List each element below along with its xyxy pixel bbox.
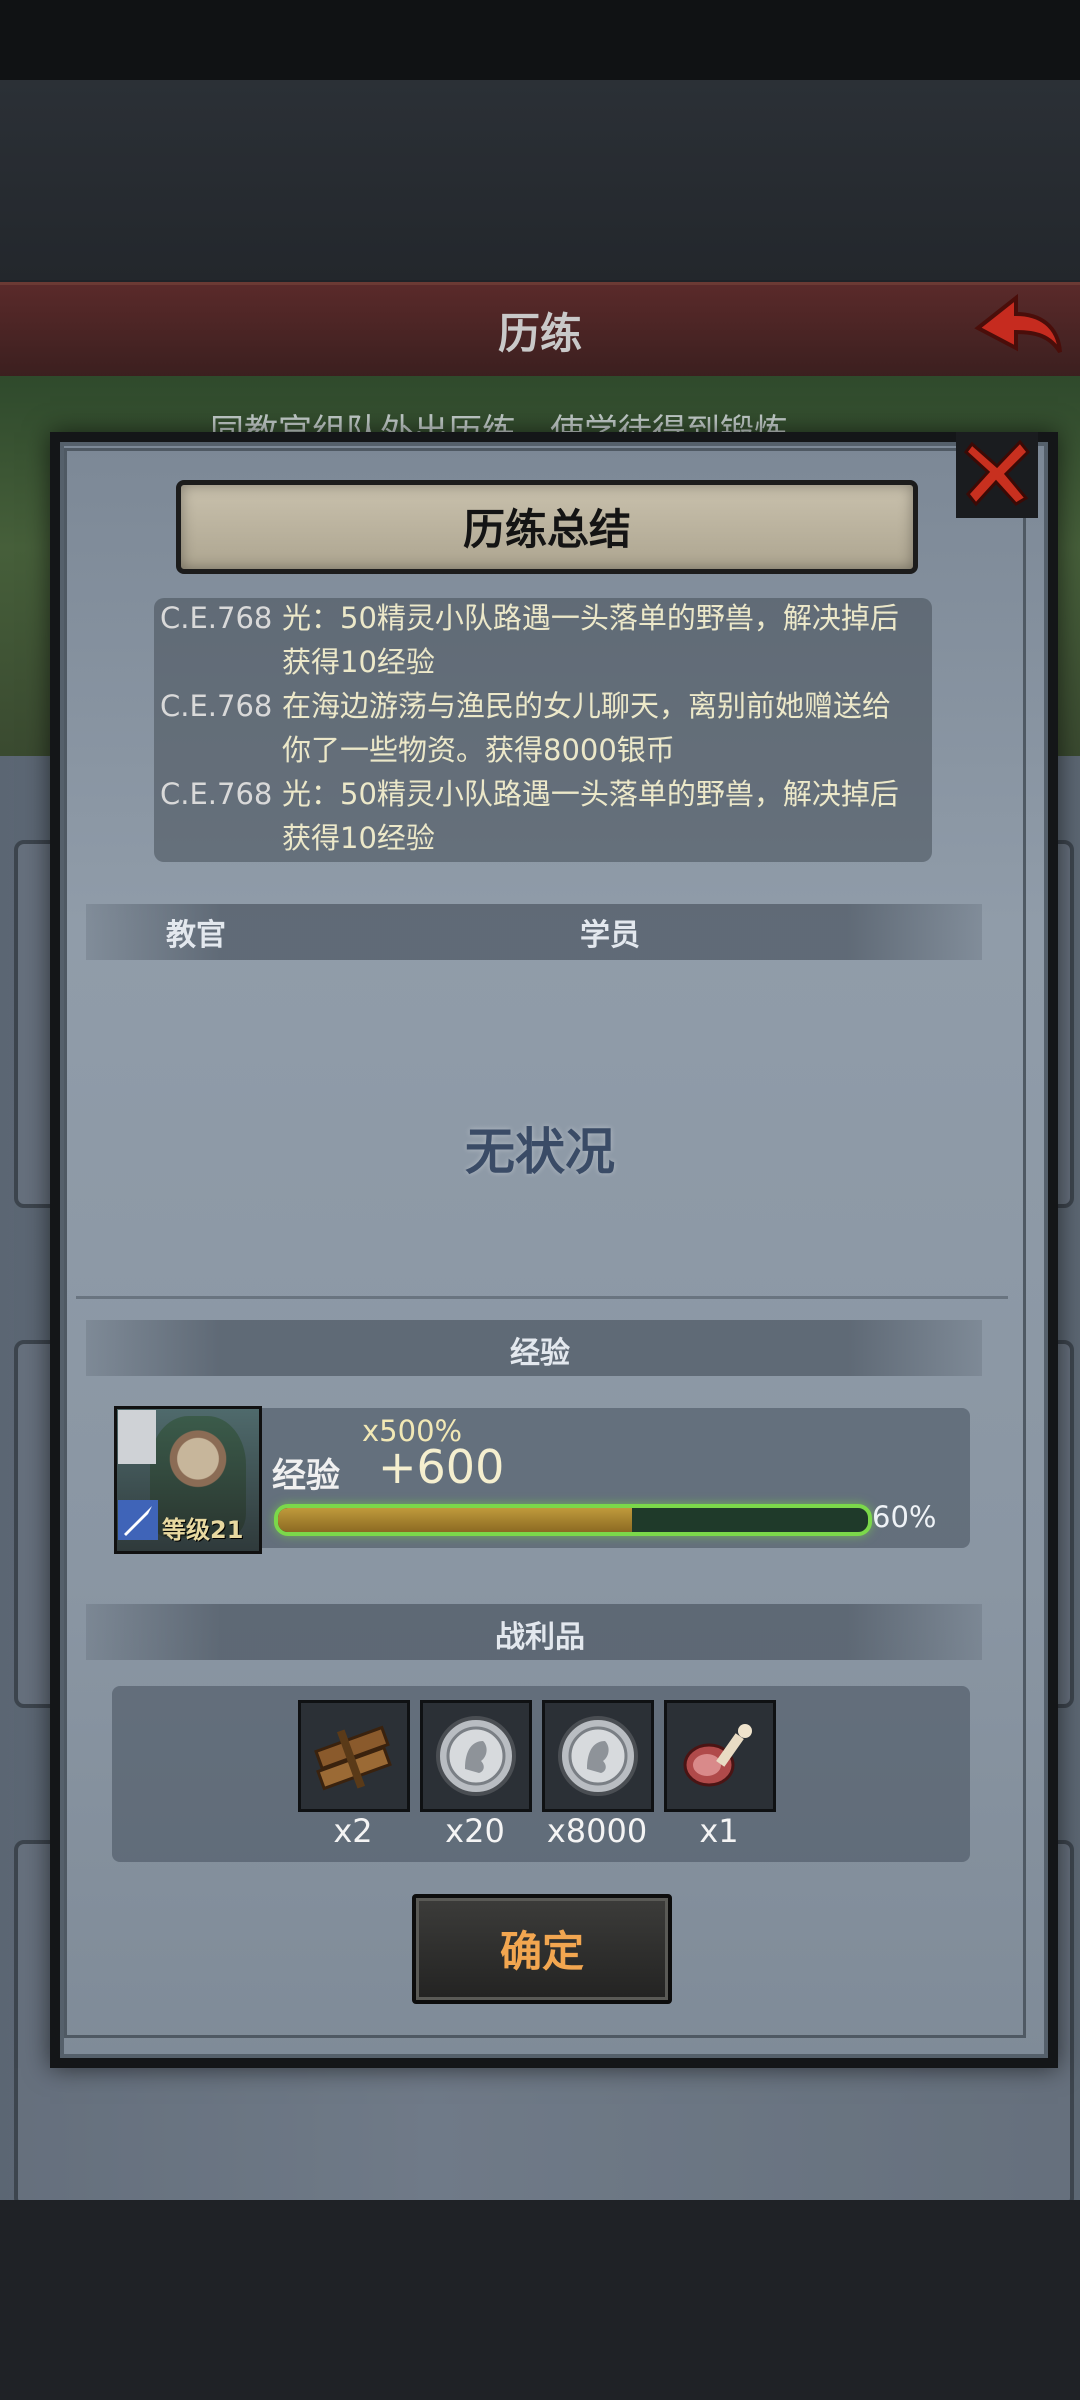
log-date: C.E.768 bbox=[160, 777, 273, 811]
log-entry: C.E.768 光：50精灵小队路遇一头落单的野兽，解决掉后获得10经验 bbox=[160, 596, 930, 684]
confirm-button-label: 确定 bbox=[499, 1927, 584, 1976]
sword-icon bbox=[118, 1500, 158, 1540]
exp-gain: +600 bbox=[378, 1440, 505, 1494]
silver-coin-icon bbox=[436, 1716, 516, 1796]
loot-item[interactable] bbox=[542, 1700, 654, 1812]
meat-leg-icon bbox=[683, 1724, 752, 1787]
loot-count: x8000 bbox=[546, 1812, 648, 1850]
class-flame-icon bbox=[118, 1410, 156, 1464]
exp-label: 经验 bbox=[272, 1456, 340, 1496]
loot-panel bbox=[112, 1686, 970, 1862]
close-icon[interactable] bbox=[962, 436, 1032, 508]
loot-count: x20 bbox=[445, 1812, 505, 1850]
log-entry: C.E.768 光：50精灵小队路遇一头落单的野兽，解决掉后获得10经验 bbox=[160, 772, 930, 860]
log-text: 在海边游荡与渔民的女儿聊天，离别前她赠送给你了一些物资。获得8000银币 bbox=[282, 689, 892, 767]
background-header bbox=[0, 80, 1080, 280]
log-entry: C.E.768 在海边游荡与渔民的女儿聊天，离别前她赠送给你了一些物资。获得800… bbox=[160, 684, 930, 772]
status-bar bbox=[0, 0, 1080, 80]
loot-count: x2 bbox=[333, 1812, 373, 1850]
empty-status-message: 无状况 bbox=[465, 1123, 615, 1181]
wood-planks-icon bbox=[314, 1725, 392, 1791]
loot-item[interactable] bbox=[298, 1700, 410, 1812]
silver-coin-icon bbox=[558, 1716, 638, 1796]
loot-item[interactable] bbox=[420, 1700, 532, 1812]
background-title: 历练 bbox=[497, 309, 582, 358]
log-date: C.E.768 bbox=[160, 689, 273, 723]
back-arrow-icon[interactable] bbox=[970, 286, 1066, 366]
instructor-column-label: 教官 bbox=[166, 918, 226, 953]
loot-section-header: 战利品 bbox=[495, 1620, 585, 1655]
loot-count: x1 bbox=[699, 1812, 739, 1850]
log-text: 光：50精灵小队路遇一头落单的野兽，解决掉后获得10经验 bbox=[282, 777, 899, 855]
exp-progress-percent: 60% bbox=[872, 1500, 937, 1534]
exp-progress-fill bbox=[278, 1508, 632, 1532]
dialog-title: 历练总结 bbox=[462, 505, 631, 554]
trainee-column-label: 学员 bbox=[580, 918, 640, 953]
exp-progress-bar bbox=[274, 1504, 872, 1536]
loot-item[interactable] bbox=[664, 1700, 776, 1812]
level-badge: 等级21 bbox=[162, 1516, 244, 1544]
background-bottom bbox=[0, 2200, 1080, 2400]
log-date: C.E.768 bbox=[160, 601, 273, 635]
section-divider bbox=[76, 1296, 1008, 1299]
exp-section-header: 经验 bbox=[510, 1336, 570, 1371]
log-text: 光：50精灵小队路遇一头落单的野兽，解决掉后获得10经验 bbox=[282, 601, 899, 679]
